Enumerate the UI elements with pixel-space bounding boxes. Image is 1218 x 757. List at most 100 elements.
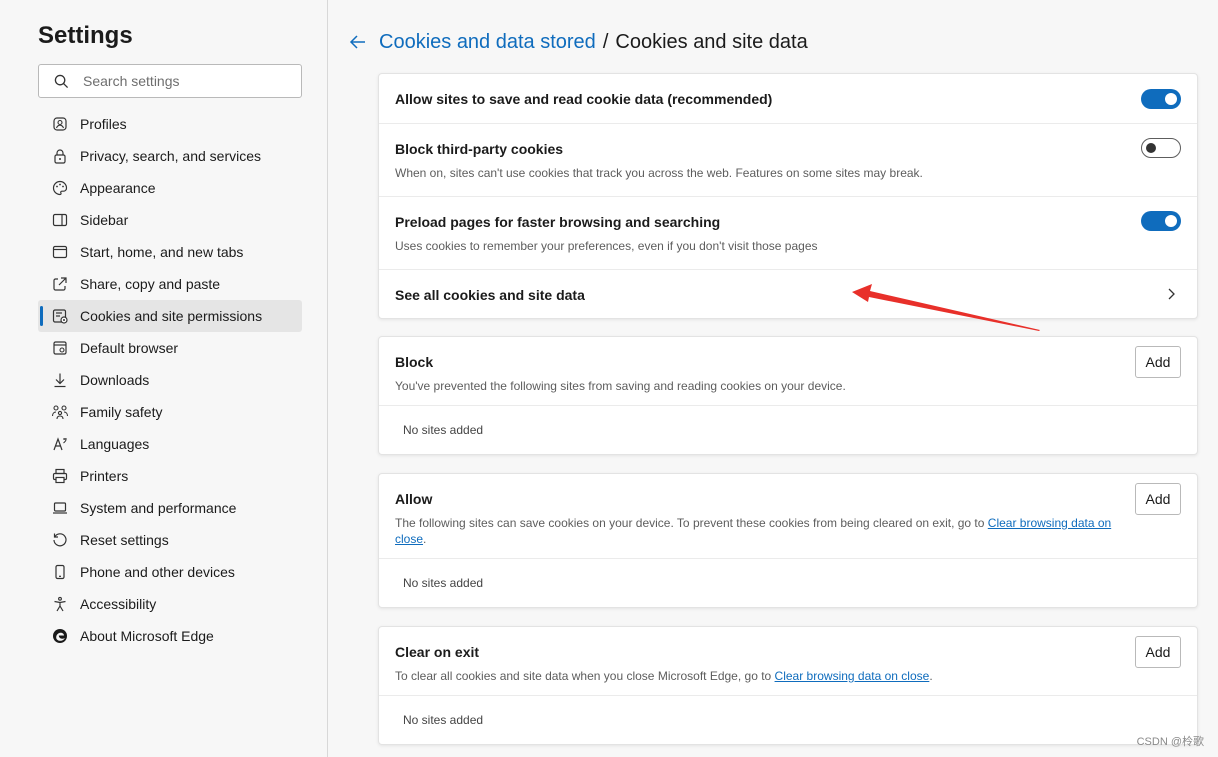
laptop-icon [51,499,69,517]
sidebar-item-label: Languages [80,436,150,452]
sidebar-item-share[interactable]: Share, copy and paste [38,268,302,300]
block-third-party-toggle[interactable] [1141,138,1181,158]
allow-cookies-toggle[interactable] [1141,89,1181,109]
sidebar-item-label: System and performance [80,500,237,516]
sidebar-item-label: Default browser [80,340,179,356]
sidebar-item-label: Share, copy and paste [80,276,221,292]
family-icon [51,403,69,421]
clear-on-exit-description-text: To clear all cookies and site data when … [395,669,775,683]
see-all-cookies-title: See all cookies and site data [395,287,585,303]
edge-logo-icon [51,627,69,645]
accessibility-icon [51,595,69,613]
block-card: Block You've prevented the following sit… [378,336,1198,455]
sidebar-item-label: Accessibility [80,596,157,612]
sidebar-item-label: Cookies and site permissions [80,308,263,324]
sidebar-item-family-safety[interactable]: Family safety [38,396,302,428]
sidebar-item-accessibility[interactable]: Accessibility [38,588,302,620]
sidebar-item-label: About Microsoft Edge [80,628,214,644]
search-box[interactable] [38,64,302,98]
allow-title: Allow [395,491,433,507]
block-third-party-row: Block third-party cookies When on, sites… [379,124,1197,197]
block-third-party-description: When on, sites can't use cookies that tr… [395,166,923,180]
sidebar-item-privacy[interactable]: Privacy, search, and services [38,140,302,172]
preload-row: Preload pages for faster browsing and se… [379,197,1197,270]
clear-on-exit-title: Clear on exit [395,644,480,660]
language-icon [51,435,69,453]
browser-icon [51,339,69,357]
profile-icon [51,115,69,133]
breadcrumb: Cookies and data stored / Cookies and si… [347,28,808,56]
palette-icon [51,179,69,197]
clear-on-exit-add-button[interactable]: Add [1135,636,1181,668]
sidebar-item-sidebar[interactable]: Sidebar [38,204,302,236]
chevron-right-icon [1163,286,1179,302]
cookie-settings-card: Allow sites to save and read cookie data… [378,73,1198,319]
preload-toggle[interactable] [1141,211,1181,231]
back-arrow-icon[interactable] [347,31,369,53]
sidebar-item-downloads[interactable]: Downloads [38,364,302,396]
breadcrumb-parent-link[interactable]: Cookies and data stored [379,31,596,54]
sidebar-item-label: Privacy, search, and services [80,148,262,164]
clear-on-exit-list: No sites added [379,696,1197,744]
see-all-cookies-row[interactable]: See all cookies and site data [379,270,1197,318]
breadcrumb-separator: / [602,30,609,53]
sidebar-icon [51,211,69,229]
sidebar-item-label: Phone and other devices [80,564,235,580]
block-description: You've prevented the following sites fro… [395,379,846,393]
sidebar-item-cookies[interactable]: Cookies and site permissions [38,300,302,332]
block-list: No sites added [379,406,1197,454]
clear-on-exit-description-suffix: . [929,669,933,683]
allow-description-suffix: . [423,532,427,546]
preload-title: Preload pages for faster browsing and se… [395,214,721,230]
block-title: Block [395,354,434,370]
search-icon [53,73,69,89]
sidebar-item-default-browser[interactable]: Default browser [38,332,302,364]
allow-list: No sites added [379,559,1197,607]
allow-header-row: Allow The following sites can save cooki… [379,474,1197,559]
sidebar-item-label: Start, home, and new tabs [80,244,244,260]
clear-on-exit-empty-text: No sites added [403,713,484,727]
sidebar-item-label: Profiles [80,116,127,132]
sidebar-item-system[interactable]: System and performance [38,492,302,524]
sidebar-item-label: Sidebar [80,212,129,228]
watermark: CSDN @柃歌 [1136,736,1204,748]
block-header-row: Block You've prevented the following sit… [379,337,1197,406]
sidebar-item-printers[interactable]: Printers [38,460,302,492]
allow-add-button[interactable]: Add [1135,483,1181,515]
block-empty-text: No sites added [403,423,484,437]
sidebar-item-label: Family safety [80,404,163,420]
reset-icon [51,531,69,549]
sidebar-title: Settings [38,22,133,49]
phone-icon [51,563,69,581]
sidebar-item-label: Downloads [80,372,150,388]
share-icon [51,275,69,293]
settings-sidebar: Settings Profiles Privacy, search, and s… [0,0,328,757]
clear-on-exit-header-row: Clear on exit To clear all cookies and s… [379,627,1197,696]
download-icon [51,371,69,389]
clear-on-exit-clear-browsing-link[interactable]: Clear browsing data on close [775,669,930,683]
clear-on-exit-card: Clear on exit To clear all cookies and s… [378,626,1198,745]
block-add-button[interactable]: Add [1135,346,1181,378]
lock-icon [51,147,69,165]
allow-empty-text: No sites added [403,576,484,590]
home-tabs-icon [51,243,69,261]
sidebar-item-reset[interactable]: Reset settings [38,524,302,556]
allow-cookies-title: Allow sites to save and read cookie data… [395,91,773,107]
sidebar-item-appearance[interactable]: Appearance [38,172,302,204]
cookies-permissions-icon [51,307,69,325]
sidebar-item-start-home[interactable]: Start, home, and new tabs [38,236,302,268]
sidebar-item-profiles[interactable]: Profiles [38,108,302,140]
printer-icon [51,467,69,485]
sidebar-item-label: Appearance [80,180,156,196]
preload-description: Uses cookies to remember your preference… [395,239,818,253]
allow-cookies-row: Allow sites to save and read cookie data… [379,74,1197,124]
sidebar-item-languages[interactable]: Languages [38,428,302,460]
sidebar-item-label: Reset settings [80,532,169,548]
clear-on-exit-description: To clear all cookies and site data when … [395,668,1181,684]
main-content: Cookies and data stored / Cookies and si… [329,0,1218,757]
allow-description: The following sites can save cookies on … [395,515,1115,547]
sidebar-item-phone[interactable]: Phone and other devices [38,556,302,588]
sidebar-item-about[interactable]: About Microsoft Edge [38,620,302,652]
search-input[interactable] [83,73,283,89]
block-third-party-title: Block third-party cookies [395,141,564,157]
